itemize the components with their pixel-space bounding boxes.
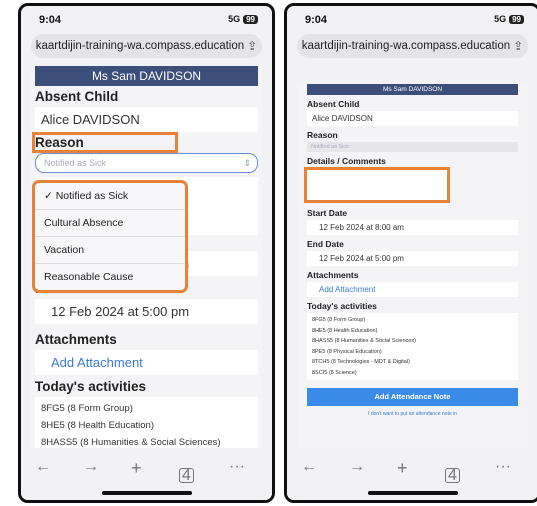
activity-item: 8HASS5 (8 Humanities & Social Sciences) — [41, 437, 221, 448]
signal-text: 5G — [494, 14, 507, 24]
url-text: kaartdijin-training-wa.compass.education — [301, 40, 511, 52]
browser-toolbar: ← → + 4 ··· — [287, 448, 537, 500]
attachments-label: Attachments — [307, 270, 359, 280]
status-time: 9:04 — [39, 14, 62, 26]
add-attachment-link[interactable]: Add Attachment — [307, 282, 518, 297]
status-time: 9:04 — [305, 14, 328, 26]
signal-text: 5G — [228, 14, 241, 24]
absent-child-label: Absent Child — [35, 89, 119, 104]
left-phone-screen: 9:04 5G 99 kaartdijin-training-wa.compass… — [18, 3, 275, 503]
home-indicator — [367, 491, 458, 495]
no-note-link[interactable]: I don't want to put an attendance note i… — [297, 411, 528, 417]
start-date-value[interactable]: 12 Feb 2024 at 8:00 am — [307, 220, 518, 235]
activity-item: 8HE5 (8 Health Education) — [312, 327, 378, 334]
reason-label: Reason — [307, 130, 338, 140]
activity-item: 8HE5 (8 Health Education) — [41, 420, 155, 431]
right-phone-screen: 9:04 5G 99 kaartdijin-training-wa.compass… — [284, 3, 537, 503]
end-date-value[interactable]: 12 Feb 2024 at 5:00 pm — [307, 251, 518, 266]
back-button[interactable]: ← — [301, 458, 317, 476]
tabs-count-icon: 4 — [445, 468, 460, 484]
activity-item: 8HASS5 (8 Humanities & Social Sciences) — [312, 338, 416, 344]
activity-item: 8FG5 (8 Form Group) — [312, 317, 366, 323]
status-bar: 9:04 5G 99 — [21, 6, 272, 34]
page-content: Ms Sam DAVIDSON Absent Child Alice DAVID… — [297, 84, 528, 448]
end-date-label: End Date — [307, 239, 344, 249]
reason-select-value: Notified as Sick — [44, 158, 107, 168]
new-tab-button[interactable]: + — [397, 458, 408, 479]
browser-toolbar: ← → + 4 ··· — [21, 448, 272, 500]
student-header: Ms Sam DAVIDSON — [35, 66, 258, 86]
share-icon[interactable]: ⇪ — [513, 39, 523, 53]
absent-child-value: Alice DAVIDSON — [307, 111, 518, 126]
tabs-count-icon: 4 — [179, 468, 194, 484]
url-bar[interactable]: kaartdijin-training-wa.compass.education… — [31, 34, 262, 58]
absent-child-value: Alice DAVIDSON — [35, 107, 258, 132]
more-menu-button[interactable]: ··· — [229, 458, 245, 476]
more-menu-button[interactable]: ··· — [495, 458, 511, 476]
battery-icon: 99 — [243, 15, 258, 24]
add-attachment-link[interactable]: Add Attachment — [35, 350, 258, 375]
forward-button[interactable]: → — [83, 458, 99, 476]
activities-label: Today's activities — [35, 379, 147, 394]
reason-option[interactable]: Vacation — [35, 237, 185, 264]
attachments-label: Attachments — [35, 332, 117, 347]
forward-button[interactable]: → — [349, 458, 365, 476]
reason-option[interactable]: ✓ Notified as Sick — [35, 183, 185, 210]
reason-dropdown[interactable]: ✓ Notified as Sick Cultural Absence Vaca… — [32, 180, 188, 293]
chevron-updown-icon: ⇕ — [243, 158, 251, 168]
student-header: Ms Sam DAVIDSON — [307, 84, 518, 95]
reason-select[interactable]: Notified as Sick ⇕ — [35, 153, 258, 173]
status-signal: 5G 99 — [228, 14, 258, 24]
home-indicator — [101, 491, 192, 495]
reason-label: Reason — [32, 132, 178, 153]
add-attendance-note-button[interactable]: Add Attendance Note — [307, 388, 518, 406]
activities-list: 8FG5 (8 Form Group) 8HE5 (8 Health Educa… — [307, 313, 518, 380]
reason-option[interactable]: Cultural Absence — [35, 210, 185, 237]
share-icon[interactable]: ⇪ — [247, 39, 257, 53]
battery-icon: 99 — [509, 15, 524, 24]
activities-label: Today's activities — [307, 301, 377, 311]
activity-item: 8TCH5 (8 Technologies - MDT & Digital) — [312, 359, 410, 365]
back-button[interactable]: ← — [35, 458, 51, 476]
activities-list: 8FG5 (8 Form Group) 8HE5 (8 Health Educa… — [35, 397, 258, 448]
details-textarea[interactable] — [304, 167, 450, 203]
activity-item: 8FG5 (8 Form Group) — [41, 403, 133, 414]
activity-item: 8SCI5 (8 Science) — [312, 369, 357, 376]
new-tab-button[interactable]: + — [131, 458, 142, 479]
end-date-value[interactable]: 12 Feb 2024 at 5:00 pm — [35, 299, 258, 324]
status-bar: 9:04 5G 99 — [287, 6, 537, 34]
start-date-label: Start Date — [307, 208, 348, 218]
status-signal: 5G 99 — [494, 14, 524, 24]
reason-select[interactable]: Notified as Sick — [307, 142, 518, 152]
url-text: kaartdijin-training-wa.compass.education — [35, 40, 245, 52]
url-bar[interactable]: kaartdijin-training-wa.compass.education… — [297, 34, 528, 58]
details-label: Details / Comments — [307, 156, 386, 166]
reason-option[interactable]: Reasonable Cause — [35, 264, 185, 290]
activity-item: 8PE5 (8 Physical Education) — [312, 348, 382, 355]
absent-child-label: Absent Child — [307, 99, 360, 109]
page-content: Ms Sam DAVIDSON Absent Child Alice DAVID… — [31, 66, 262, 448]
